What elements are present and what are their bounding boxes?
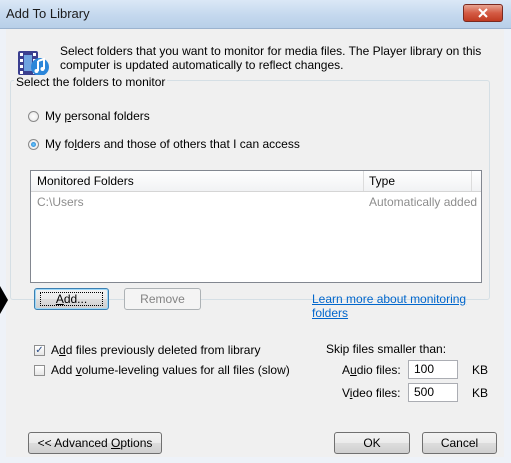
ok-button[interactable]: OK bbox=[334, 432, 410, 454]
list-header: Monitored Folders Type bbox=[31, 171, 481, 192]
video-unit: KB bbox=[472, 386, 489, 400]
column-separator[interactable] bbox=[471, 171, 472, 191]
video-files-label: Video files: bbox=[342, 386, 401, 400]
checkbox-label: Add files previously deleted from librar… bbox=[51, 343, 261, 357]
focus-rectangle bbox=[40, 292, 103, 306]
checkbox-checked[interactable]: ✓ bbox=[34, 344, 45, 356]
audio-size-input[interactable]: 100 bbox=[408, 360, 458, 379]
window-title: Add To Library bbox=[6, 6, 90, 21]
learn-more-link[interactable]: Learn more about monitoring folders bbox=[312, 292, 504, 320]
video-size-input[interactable]: 500 bbox=[408, 383, 458, 402]
skip-files-label: Skip files smaller than: bbox=[326, 342, 447, 356]
close-button[interactable] bbox=[463, 4, 503, 22]
group-label: Select the folders to monitor bbox=[14, 75, 168, 89]
column-header-type[interactable]: Type bbox=[369, 174, 395, 188]
checkbox-add-deleted-files[interactable]: ✓ Add files previously deleted from libr… bbox=[34, 343, 260, 357]
checkbox-label: Add volume-leveling values for all files… bbox=[51, 363, 290, 377]
folder-path: C:\Users bbox=[37, 195, 84, 209]
checkbox-unchecked[interactable] bbox=[34, 364, 45, 376]
radio-my-personal-folders[interactable]: My personal folders bbox=[28, 109, 150, 123]
column-header-monitored-folders[interactable]: Monitored Folders bbox=[37, 174, 134, 188]
radio-button-selected[interactable] bbox=[28, 138, 39, 150]
column-separator[interactable] bbox=[363, 171, 364, 191]
close-icon bbox=[478, 8, 488, 18]
remove-folder-button[interactable]: Remove bbox=[124, 288, 201, 310]
advanced-options-button[interactable]: << Advanced Options bbox=[28, 432, 162, 454]
cancel-button[interactable]: Cancel bbox=[422, 432, 497, 454]
radio-my-folders-and-others[interactable]: My folders and those of others that I ca… bbox=[28, 137, 300, 151]
radio-label: My folders and those of others that I ca… bbox=[45, 137, 300, 151]
title-bar[interactable]: Add To Library bbox=[0, 0, 511, 29]
audio-files-label: Audio files: bbox=[342, 363, 401, 377]
radio-button[interactable] bbox=[28, 110, 39, 122]
folder-type: Automatically added bbox=[369, 195, 478, 209]
intro-text: Select folders that you want to monitor … bbox=[60, 44, 482, 72]
add-to-library-dialog: Add To Library Select folders that you w… bbox=[0, 0, 511, 463]
radio-label: My personal folders bbox=[45, 109, 150, 123]
dialog-body: Select folders that you want to monitor … bbox=[6, 29, 504, 457]
monitored-folders-list[interactable]: Monitored Folders Type C:\Users Automati… bbox=[30, 170, 482, 283]
add-folder-button[interactable]: Add... bbox=[34, 288, 109, 310]
audio-unit: KB bbox=[472, 363, 489, 377]
checkbox-volume-leveling[interactable]: Add volume-leveling values for all files… bbox=[34, 363, 290, 377]
